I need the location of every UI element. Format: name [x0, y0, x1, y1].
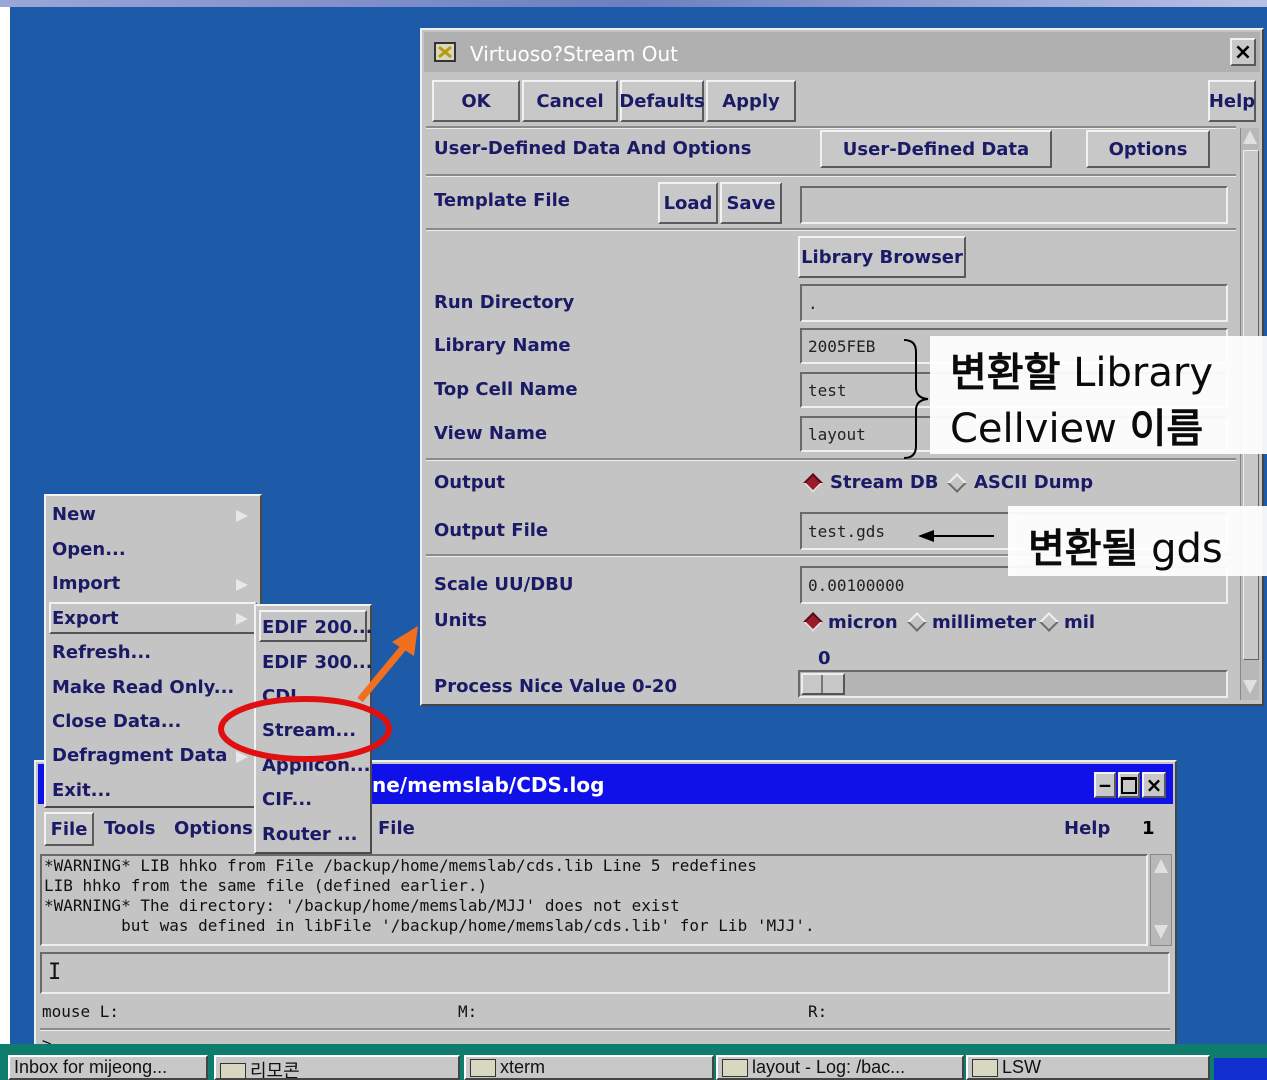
taskbar-label: LSW: [1002, 1057, 1042, 1077]
taskbar-item-layout-log[interactable]: layout - Log: /bac...: [716, 1055, 964, 1080]
app-icon: [220, 1063, 246, 1078]
taskbar-item-lsw[interactable]: LSW: [966, 1055, 1210, 1080]
orange-arrow-shaft: [357, 639, 411, 703]
taskbar-tray: [1214, 1058, 1267, 1080]
annotation-overlay: [218, 626, 418, 762]
taskbar-item-inbox[interactable]: Inbox for mijeong...: [8, 1055, 208, 1080]
app-icon: [470, 1059, 496, 1078]
taskbar-label: layout - Log: /bac...: [752, 1057, 906, 1077]
taskbar-item-remote[interactable]: 리모콘: [214, 1055, 460, 1080]
app-icon: [972, 1059, 998, 1078]
taskbar-label: xterm: [500, 1057, 545, 1077]
taskbar-item-xterm[interactable]: xterm: [464, 1055, 714, 1080]
app-icon: [722, 1059, 748, 1078]
taskbar-label: 리모콘: [250, 1061, 300, 1080]
highlight-ellipse: [218, 696, 392, 762]
